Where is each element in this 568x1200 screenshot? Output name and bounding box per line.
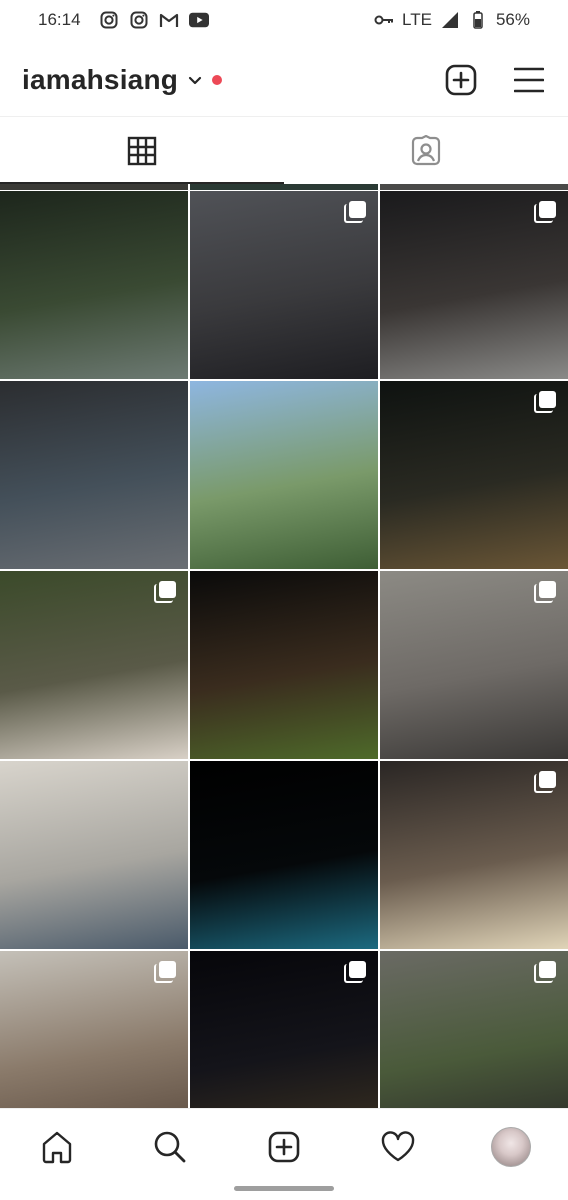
create-icon [268,1131,300,1163]
carousel-icon [154,581,176,603]
nav-create[interactable] [262,1125,306,1169]
post-tile[interactable] [0,381,188,569]
post-tile[interactable] [190,191,378,379]
key-icon [374,10,394,30]
post-tile[interactable] [0,951,188,1108]
post-tile[interactable] [190,381,378,569]
instagram-icon [129,10,149,30]
post-tile[interactable] [0,571,188,759]
heart-icon [381,1131,414,1162]
carousel-icon [344,961,366,983]
nav-profile[interactable] [489,1125,533,1169]
notification-dot [212,75,223,85]
post-tile[interactable] [380,571,568,759]
carousel-icon [534,581,556,603]
tab-posts-grid[interactable] [0,117,284,184]
youtube-icon [188,10,209,30]
nav-search[interactable] [148,1125,192,1169]
nav-activity[interactable] [376,1125,420,1169]
search-icon [155,1131,186,1163]
tab-tagged[interactable] [284,117,568,184]
status-time: 16:14 [38,10,81,29]
profile-header: iamahsiang [0,52,568,108]
carousel-icon [534,391,556,413]
menu-icon [514,67,544,93]
grid-icon [127,136,157,165]
partial-row [0,184,568,190]
post-tile[interactable] [190,951,378,1108]
tagged-icon [411,134,441,165]
nav-home[interactable] [35,1125,79,1169]
home-icon [42,1131,71,1164]
username[interactable]: iamahsiang [22,64,178,96]
post-tile[interactable] [380,951,568,1108]
post-tile[interactable] [190,571,378,759]
carousel-icon [344,201,366,223]
status-bar: 16:14 LTE 56% [0,0,568,40]
carousel-icon [534,771,556,793]
home-indicator [234,1186,334,1191]
notification-icons [99,10,209,30]
new-post-icon [445,64,477,96]
carousel-icon [534,201,556,223]
new-post-button[interactable] [444,63,478,97]
battery-icon [468,10,488,30]
post-tile[interactable] [380,761,568,949]
post-tile[interactable] [380,381,568,569]
post-tile[interactable] [0,761,188,949]
carousel-icon [154,961,176,983]
carousel-icon [534,961,556,983]
post-tile[interactable] [380,191,568,379]
post-tile[interactable] [0,191,188,379]
profile-tabs [0,116,568,184]
profile-avatar[interactable] [491,1127,532,1167]
chevron-down-icon[interactable] [186,71,204,89]
battery-percent: 56% [495,10,530,29]
signal-icon [440,10,460,30]
post-tile[interactable] [190,761,378,949]
posts-grid [0,184,568,1108]
status-right: LTE 56% [374,10,530,30]
network-label: LTE [402,10,432,29]
gmail-icon [159,10,179,30]
instagram-icon [99,10,119,30]
menu-button[interactable] [512,63,546,97]
